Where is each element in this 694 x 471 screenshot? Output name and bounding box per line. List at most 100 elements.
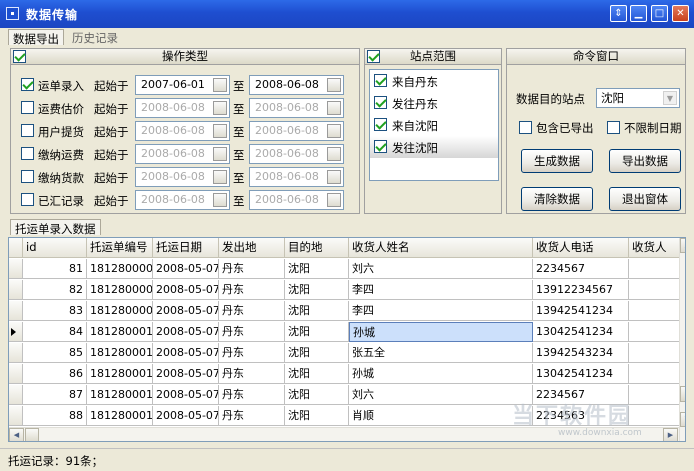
site-item[interactable]: 发往丹东 — [370, 92, 498, 114]
scroll-right-icon[interactable]: ▶ — [663, 428, 678, 441]
row-indicator[interactable] — [9, 385, 23, 405]
site-checkbox[interactable] — [374, 74, 387, 87]
dest-site-select[interactable]: 沈阳 ▼ — [596, 88, 680, 108]
vertical-scrollbar[interactable]: ▲ ▼ — [679, 238, 685, 441]
tab-history[interactable]: 历史记录 — [68, 29, 122, 45]
calendar-dropdown-icon[interactable] — [327, 170, 341, 184]
scroll-down-icon[interactable]: ▼ — [680, 412, 685, 427]
table-cell[interactable]: 13042541234 — [533, 322, 629, 342]
site-item[interactable]: 来自沈阳 — [370, 114, 498, 136]
start-date-field[interactable]: 2007-06-01 — [135, 75, 230, 95]
table-cell[interactable]: 1812800008 — [87, 280, 153, 300]
table-cell[interactable]: 丹东 — [219, 301, 285, 321]
table-cell[interactable]: 82 — [23, 280, 87, 300]
no-date-limit-checkbox[interactable] — [607, 121, 620, 134]
table-cell[interactable]: 1812800011 — [87, 343, 153, 363]
table-cell[interactable]: 1812800014 — [87, 406, 153, 426]
end-date-field[interactable]: 2008-06-08 — [249, 167, 344, 187]
site-range-toggle[interactable] — [367, 50, 380, 63]
table-cell[interactable]: 刘六 — [349, 385, 533, 405]
operation-checkbox[interactable] — [21, 193, 34, 206]
start-date-field[interactable]: 2008-06-08 — [135, 144, 230, 164]
table-cell[interactable] — [629, 259, 685, 279]
table-cell[interactable]: 丹东 — [219, 322, 285, 342]
table-cell[interactable]: 85 — [23, 343, 87, 363]
table-cell[interactable]: 丹东 — [219, 259, 285, 279]
row-indicator[interactable] — [9, 259, 23, 279]
row-indicator[interactable] — [9, 406, 23, 426]
table-cell[interactable]: 2234567 — [533, 259, 629, 279]
table-cell[interactable]: 1812800012 — [87, 364, 153, 384]
end-date-field[interactable]: 2008-06-08 — [249, 190, 344, 210]
table-cell[interactable]: 1812800013 — [87, 385, 153, 405]
table-cell[interactable]: 沈阳 — [285, 343, 349, 363]
column-header[interactable]: 发出地 — [219, 238, 285, 258]
table-cell[interactable]: 李四 — [349, 280, 533, 300]
start-date-field[interactable]: 2008-06-08 — [135, 167, 230, 187]
table-cell[interactable]: 沈阳 — [285, 385, 349, 405]
table-cell[interactable]: 丹东 — [219, 385, 285, 405]
table-cell[interactable]: 84 — [23, 322, 87, 342]
calendar-dropdown-icon[interactable] — [213, 147, 227, 161]
table-cell[interactable] — [629, 301, 685, 321]
calendar-dropdown-icon[interactable] — [213, 78, 227, 92]
calendar-dropdown-icon[interactable] — [327, 78, 341, 92]
table-cell[interactable] — [629, 385, 685, 405]
calendar-dropdown-icon[interactable] — [213, 101, 227, 115]
table-cell[interactable] — [629, 406, 685, 426]
end-date-field[interactable]: 2008-06-08 — [249, 121, 344, 141]
table-cell[interactable] — [629, 322, 685, 342]
table-cell[interactable]: 孙城 — [349, 322, 533, 342]
site-checkbox[interactable] — [374, 118, 387, 131]
operation-type-toggle[interactable] — [13, 50, 26, 63]
end-date-field[interactable]: 2008-06-08 — [249, 144, 344, 164]
table-cell[interactable]: 沈阳 — [285, 364, 349, 384]
table-cell[interactable]: 沈阳 — [285, 322, 349, 342]
table-cell[interactable]: 2008-05-07 — [153, 280, 219, 300]
start-date-field[interactable]: 2008-06-08 — [135, 98, 230, 118]
table-cell[interactable]: 13912234567 — [533, 280, 629, 300]
vertical-scroll-thumb[interactable] — [680, 386, 685, 402]
column-header[interactable]: 目的地 — [285, 238, 349, 258]
table-cell[interactable]: 李四 — [349, 301, 533, 321]
column-header[interactable]: 收货人姓名 — [349, 238, 533, 258]
table-cell[interactable]: 81 — [23, 259, 87, 279]
table-cell[interactable]: 88 — [23, 406, 87, 426]
table-cell[interactable]: 2008-05-07 — [153, 343, 219, 363]
table-cell[interactable] — [629, 364, 685, 384]
table-cell[interactable]: 丹东 — [219, 280, 285, 300]
site-list[interactable]: 来自丹东 发往丹东 来自沈阳 发往沈阳 — [369, 69, 499, 181]
table-row[interactable]: 83 1812800009 2008-05-07 丹东 沈阳 李四 13942541234 — [9, 301, 685, 321]
table-cell[interactable]: 丹东 — [219, 364, 285, 384]
column-header[interactable]: 收货人 — [629, 238, 685, 258]
table-cell[interactable]: 丹东 — [219, 343, 285, 363]
scroll-left-icon[interactable]: ◀ — [9, 428, 24, 441]
calendar-dropdown-icon[interactable] — [213, 170, 227, 184]
scroll-up-icon[interactable]: ▲ — [680, 238, 685, 253]
horizontal-scroll-thumb[interactable] — [25, 428, 39, 441]
operation-checkbox[interactable] — [21, 147, 34, 160]
table-cell[interactable]: 13042541234 — [533, 364, 629, 384]
table-cell[interactable]: 沈阳 — [285, 259, 349, 279]
table-cell[interactable]: 沈阳 — [285, 406, 349, 426]
operation-checkbox[interactable] — [21, 78, 34, 91]
table-cell[interactable]: 2008-05-07 — [153, 259, 219, 279]
table-cell[interactable]: 1812800007 — [87, 259, 153, 279]
export-data-button[interactable]: 导出数据 — [609, 149, 681, 173]
table-cell[interactable]: 87 — [23, 385, 87, 405]
calendar-dropdown-icon[interactable] — [213, 124, 227, 138]
table-cell[interactable]: 13942541234 — [533, 301, 629, 321]
operation-checkbox[interactable] — [21, 170, 34, 183]
calendar-dropdown-icon[interactable] — [327, 147, 341, 161]
table-cell[interactable]: 肖顺 — [349, 406, 533, 426]
table-cell[interactable] — [629, 280, 685, 300]
end-date-field[interactable]: 2008-06-08 — [249, 75, 344, 95]
generate-data-button[interactable]: 生成数据 — [521, 149, 593, 173]
exit-window-button[interactable]: 退出窗体 — [609, 187, 681, 211]
maximize-button[interactable]: □ — [651, 5, 668, 22]
calendar-dropdown-icon[interactable] — [213, 193, 227, 207]
column-header[interactable]: 托运单编号 — [87, 238, 153, 258]
close-button[interactable]: ✕ — [672, 5, 689, 22]
row-indicator[interactable] — [9, 343, 23, 363]
row-indicator[interactable] — [9, 322, 23, 342]
